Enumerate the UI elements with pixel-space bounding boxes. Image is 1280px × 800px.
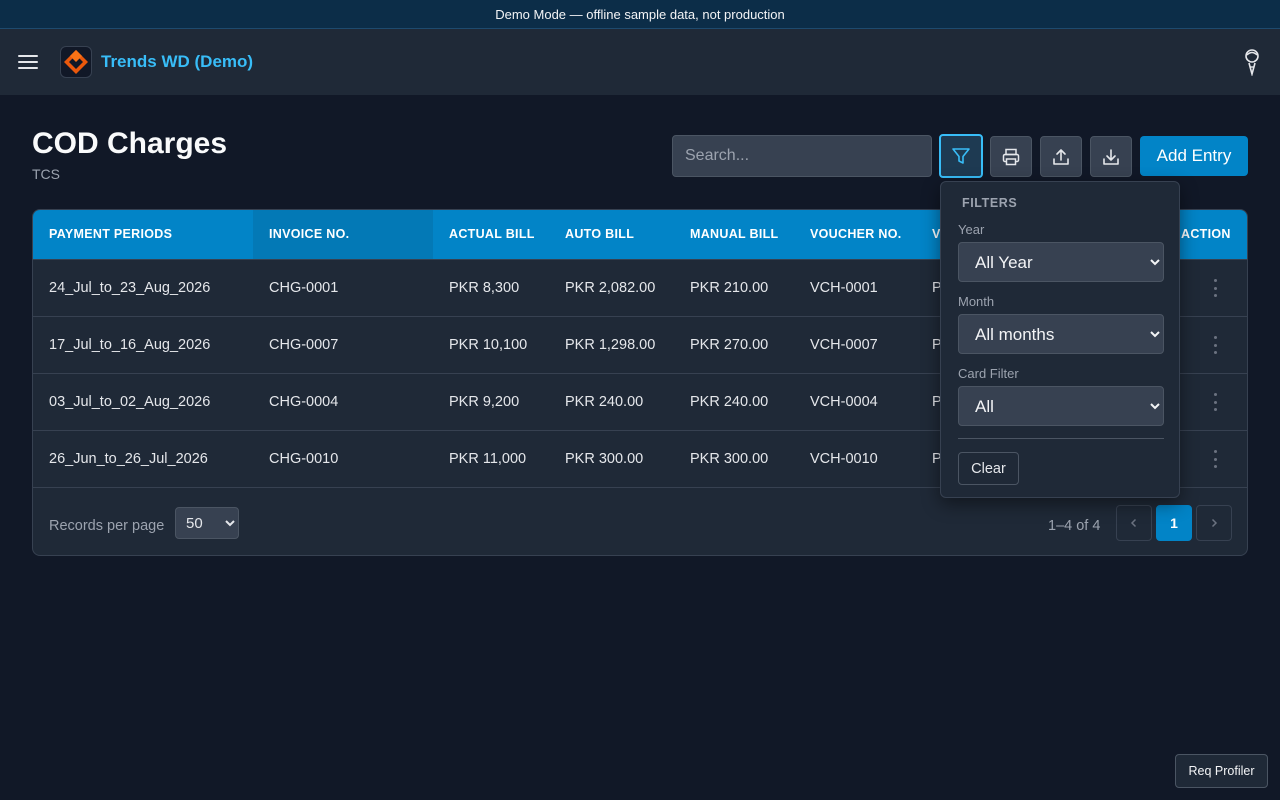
card-filter-select[interactable]: All [958,386,1164,426]
cell-invoice-no: CHG-0001 [269,280,339,296]
cell-payment-period: 24_Jul_to_23_Aug_2026 [49,280,211,296]
row-actions-icon[interactable] [1209,336,1221,354]
download-icon [1103,148,1119,165]
cell-manual-bill: PKR 270.00 [690,337,769,353]
page-1-button[interactable]: 1 [1156,505,1192,541]
col-invoice-no[interactable]: INVOICE NO. [269,227,349,241]
cell-manual-bill: PKR 300.00 [690,451,769,467]
cell-manual-bill: PKR 240.00 [690,394,769,410]
cell-voucher-no: VCH-0007 [810,337,878,353]
cell-manual-bill: PKR 210.00 [690,280,769,296]
req-profiler-button[interactable]: Req Profiler [1175,754,1268,788]
chevron-left-icon [1130,518,1137,528]
card-filter-label: Card Filter [958,366,1019,381]
year-filter-label: Year [958,222,985,237]
filter-button[interactable] [939,134,983,178]
cell-invoice-no: CHG-0010 [269,451,339,467]
app-logo [60,46,92,78]
col-voucher-no[interactable]: VOUCHER NO. [810,227,902,241]
filters-popover: FILTERS Year All Year Month All months C… [940,181,1180,498]
cell-voucher-no: VCH-0010 [810,451,878,467]
cell-actual-bill: PKR 8,300 [449,280,520,296]
cell-actual-bill: PKR 10,100 [449,337,528,353]
year-filter-select[interactable]: All Year [958,242,1164,282]
cell-actual-bill: PKR 11,000 [449,451,527,467]
page-subtitle: TCS [32,166,60,182]
records-per-page-label: Records per page [49,518,165,534]
cell-invoice-no: CHG-0004 [269,394,339,410]
cell-payment-period: 03_Jul_to_02_Aug_2026 [49,394,211,410]
cell-voucher-no: VCH-0001 [810,280,878,296]
page-title: COD Charges [32,127,228,160]
cell-voucher-no: VCH-0004 [810,394,878,410]
profile-icon[interactable] [1240,48,1264,78]
prev-page-button[interactable] [1116,505,1152,541]
cell-auto-bill: PKR 1,298.00 [565,337,656,353]
col-auto-bill[interactable]: AUTO BILL [565,227,634,241]
top-app-bar: Trends WD (Demo) [0,29,1280,95]
row-actions-icon[interactable] [1209,393,1221,411]
row-actions-icon[interactable] [1209,450,1221,468]
printer-icon [1002,148,1020,165]
filters-title: FILTERS [962,196,1018,210]
col-actual-bill[interactable]: ACTUAL BILL [449,227,535,241]
chevron-right-icon [1211,518,1218,528]
pagination-range: 1–4 of 4 [1048,518,1101,534]
filter-icon [952,148,970,164]
demo-mode-banner: Demo Mode — offline sample data, not pro… [0,0,1280,29]
cell-auto-bill: PKR 2,082.00 [565,280,656,296]
upload-button[interactable] [1040,136,1082,177]
brand-title[interactable]: Trends WD (Demo) [101,52,253,72]
cell-auto-bill: PKR 300.00 [565,451,644,467]
month-filter-select[interactable]: All months [958,314,1164,354]
cell-invoice-no: CHG-0007 [269,337,339,353]
menu-icon[interactable] [18,52,38,72]
clear-filters-button[interactable]: Clear [958,452,1019,485]
next-page-button[interactable] [1196,505,1232,541]
col-manual-bill[interactable]: MANUAL BILL [690,227,778,241]
cell-auto-bill: PKR 240.00 [565,394,644,410]
month-filter-label: Month [958,294,995,309]
records-per-page-select[interactable]: 50 [175,507,239,539]
filters-divider [958,438,1164,439]
download-button[interactable] [1090,136,1132,177]
print-button[interactable] [990,136,1032,177]
cell-payment-period: 17_Jul_to_16_Aug_2026 [49,337,211,353]
cell-payment-period: 26_Jun_to_26_Jul_2026 [49,451,208,467]
col-action: ACTION [1181,227,1231,241]
search-input[interactable] [672,135,932,177]
col-payment-periods[interactable]: PAYMENT PERIODS [49,227,172,241]
upload-icon [1053,148,1069,165]
add-entry-button[interactable]: Add Entry [1140,136,1248,176]
cell-actual-bill: PKR 9,200 [449,394,520,410]
demo-banner-text: Demo Mode — offline sample data, not pro… [495,6,785,22]
logo-diamond-icon [64,50,88,74]
row-actions-icon[interactable] [1209,279,1221,297]
